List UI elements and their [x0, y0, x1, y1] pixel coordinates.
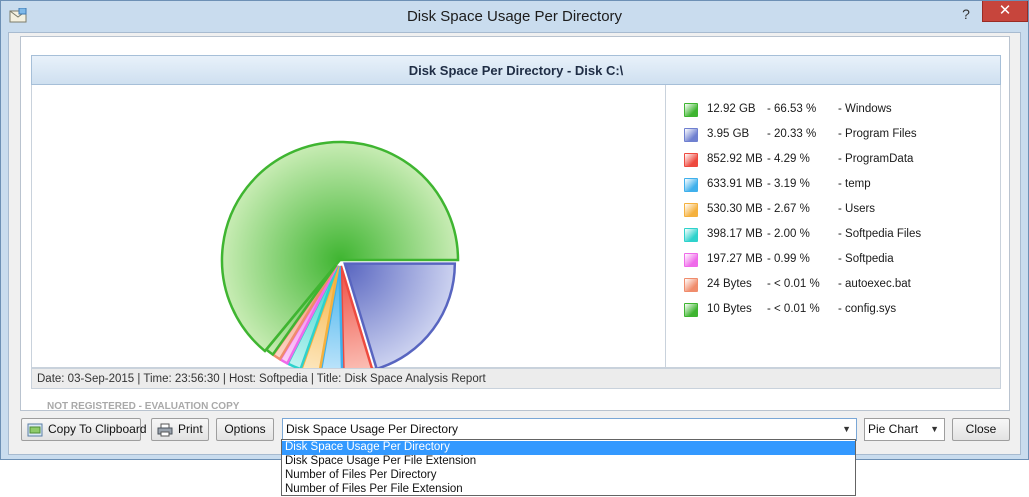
copy-to-clipboard-label: Copy To Clipboard [48, 422, 147, 436]
report-type-dropdown-list: Disk Space Usage Per Directory Disk Space… [281, 439, 856, 496]
legend-item: 852.92 MB - 4.29 % - ProgramData [666, 152, 996, 170]
report-type-value: Disk Space Usage Per Directory [286, 422, 459, 436]
legend-pct: - 3.19 % [767, 178, 810, 190]
legend-size: 197.27 MB [707, 253, 763, 265]
legend-swatch [684, 253, 698, 267]
report-title: Disk Space Per Directory - Disk C:\ [31, 55, 1001, 85]
legend-swatch [684, 303, 698, 317]
dropdown-option[interactable]: Number of Files Per Directory [282, 469, 855, 483]
report-footer: Date: 03-Sep-2015 | Time: 23:56:30 | Hos… [31, 368, 1001, 389]
dropdown-option[interactable]: Disk Space Usage Per File Extension [282, 455, 855, 469]
legend-item: 633.91 MB - 3.19 % - temp [666, 177, 996, 195]
legend-pct: - 2.00 % [767, 228, 810, 240]
print-label: Print [178, 422, 203, 436]
dropdown-option[interactable]: Number of Files Per File Extension [282, 483, 855, 497]
help-button[interactable]: ? [957, 5, 975, 23]
dropdown-option[interactable]: Disk Space Usage Per Directory [282, 441, 855, 455]
legend-size: 398.17 MB [707, 228, 763, 240]
legend-pct: - < 0.01 % [767, 303, 820, 315]
legend-size: 12.92 GB [707, 103, 756, 115]
client-area: Disk Space Per Directory - Disk C:\ NOT … [8, 32, 1021, 455]
legend-size: 852.92 MB [707, 153, 763, 165]
legend-swatch [684, 128, 698, 142]
report-panel: Disk Space Per Directory - Disk C:\ NOT … [20, 36, 1010, 412]
legend-name: - Softpedia [838, 253, 894, 265]
legend-name: - Program Files [838, 128, 917, 140]
evaluation-note: NOT REGISTERED - EVALUATION COPY [47, 401, 240, 412]
legend-name: - Users [838, 203, 876, 215]
legend-swatch [684, 103, 698, 117]
pie-chart [220, 140, 460, 368]
legend-name: - Softpedia Files [838, 228, 922, 240]
legend-size: 10 Bytes [707, 303, 752, 315]
chart-type-value: Pie Chart [868, 422, 919, 436]
legend-name: - config.sys [838, 303, 897, 315]
app-window: Disk Space Usage Per Directory ? ✕ Disk … [0, 0, 1029, 460]
legend-size: 633.91 MB [707, 178, 763, 190]
legend-name: - temp [838, 178, 871, 190]
legend-item: 12.92 GB - 66.53 % - Windows [666, 102, 996, 120]
clipboard-icon [27, 423, 43, 437]
print-button[interactable]: Print [151, 418, 209, 441]
legend-size: 530.30 MB [707, 203, 763, 215]
chevron-down-icon: ▼ [842, 424, 851, 434]
window-close-button[interactable]: ✕ [982, 1, 1028, 22]
legend-pct: - 2.67 % [767, 203, 810, 215]
legend-pct: - 66.53 % [767, 103, 817, 115]
legend-item: 530.30 MB - 2.67 % - Users [666, 202, 996, 220]
legend-name: - Windows [838, 103, 892, 115]
legend-item: 10 Bytes - < 0.01 % - config.sys [666, 302, 996, 320]
legend-size: 24 Bytes [707, 278, 752, 290]
chevron-down-icon: ▼ [930, 424, 939, 434]
legend-name: - autoexec.bat [838, 278, 911, 290]
legend-pct: - 4.29 % [767, 153, 810, 165]
title-bar[interactable]: Disk Space Usage Per Directory ? ✕ [1, 1, 1028, 32]
legend-item: 24 Bytes - < 0.01 % - autoexec.bat [666, 277, 996, 295]
copy-to-clipboard-button[interactable]: Copy To Clipboard [21, 418, 147, 441]
options-button[interactable]: Options [216, 418, 274, 441]
legend-item: 197.27 MB - 0.99 % - Softpedia [666, 252, 996, 270]
pie-chart-area: NOT REGISTERED - EVALUATION COPY [31, 85, 665, 412]
legend-swatch [684, 278, 698, 292]
legend-swatch [684, 228, 698, 242]
legend-pct: - 20.33 % [767, 128, 817, 140]
close-button[interactable]: Close [952, 418, 1010, 441]
printer-icon [157, 423, 173, 437]
legend-pct: - < 0.01 % [767, 278, 820, 290]
legend-swatch [684, 178, 698, 192]
window-title: Disk Space Usage Per Directory [406, 8, 623, 25]
legend-item: 398.17 MB - 2.00 % - Softpedia Files [666, 227, 996, 245]
legend-swatch [684, 203, 698, 217]
legend-item: 3.95 GB - 20.33 % - Program Files [666, 127, 996, 145]
legend-size: 3.95 GB [707, 128, 750, 140]
report-type-select[interactable]: Disk Space Usage Per Directory ▼ [282, 418, 857, 441]
chart-type-select[interactable]: Pie Chart ▼ [864, 418, 945, 441]
legend-pct: - 0.99 % [767, 253, 810, 265]
legend-name: - ProgramData [838, 153, 914, 165]
legend-swatch [684, 153, 698, 167]
legend: 12.92 GB - 66.53 % - Windows 3.95 GB - 20.33… [665, 85, 1001, 368]
